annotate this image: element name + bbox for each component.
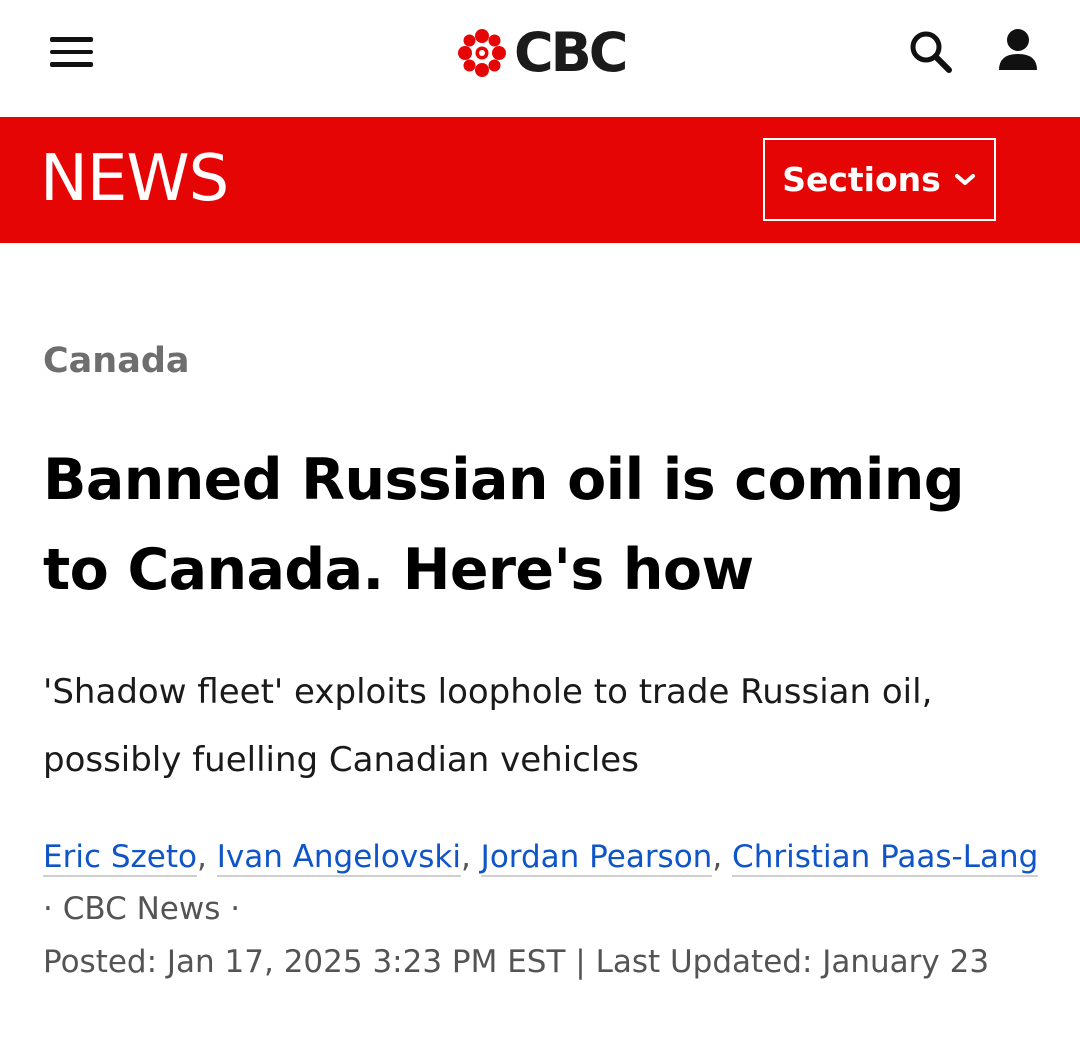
source-label: CBC News <box>62 891 221 927</box>
author-link[interactable]: Christian Paas-Lang <box>732 839 1039 877</box>
byline: Eric Szeto, Ivan Angelovski, Jordan Pear… <box>43 831 1043 935</box>
author-separator: , <box>712 839 733 875</box>
chevron-down-icon <box>954 173 975 185</box>
site-header: CBC <box>0 0 1080 117</box>
author-link[interactable]: Ivan Angelovski <box>216 839 461 877</box>
posted-timestamp: Posted: Jan 17, 2025 3:23 PM EST | Last … <box>43 944 990 980</box>
author-link[interactable]: Jordan Pearson <box>480 839 713 877</box>
user-account-icon[interactable] <box>990 24 1046 82</box>
article-headline: Banned Russian oil is coming to Canada. … <box>43 447 965 603</box>
sections-label: Sections <box>782 160 941 199</box>
cbc-home-link[interactable]: CBC <box>456 21 628 84</box>
menu-line <box>50 62 93 67</box>
byline-dot: · <box>43 891 53 927</box>
menu-line <box>50 37 93 42</box>
news-section-bar: NEWS Sections <box>0 117 1080 243</box>
author-separator: , <box>197 839 217 875</box>
news-home-link[interactable]: NEWS <box>40 147 229 211</box>
byline-dot: · <box>230 891 241 927</box>
menu-line <box>50 49 93 55</box>
cbc-gem-logo-icon <box>458 29 506 77</box>
hamburger-menu-icon[interactable] <box>40 24 100 80</box>
sections-button[interactable]: Sections <box>763 138 996 221</box>
article-dek: 'Shadow fleet' exploits loophole to trad… <box>43 672 933 780</box>
author-link[interactable]: Eric Szeto <box>43 839 197 877</box>
author-separator: , <box>460 839 481 875</box>
category-link[interactable]: Canada <box>43 341 190 381</box>
brand-name: CBC <box>514 21 628 84</box>
search-icon[interactable] <box>903 24 961 82</box>
